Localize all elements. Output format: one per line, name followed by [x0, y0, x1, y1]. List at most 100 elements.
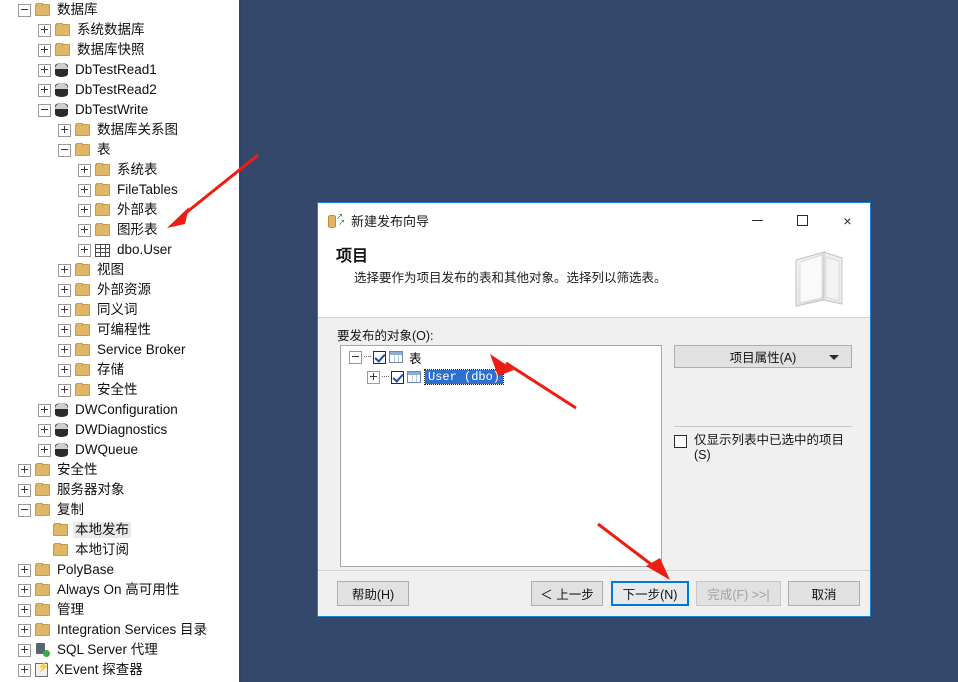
expand-icon[interactable] — [18, 643, 31, 657]
folder-icon — [95, 163, 110, 176]
help-button[interactable]: 帮助(H) — [337, 581, 409, 606]
collapse-icon[interactable] — [18, 503, 31, 517]
tree-node[interactable]: DbTestRead2 — [0, 80, 239, 100]
tree-node[interactable]: dbo.User — [0, 240, 239, 260]
expand-icon[interactable] — [38, 423, 51, 437]
expand-icon[interactable] — [18, 583, 31, 597]
tree-node[interactable]: 外部资源 — [0, 280, 239, 300]
tree-node[interactable]: 安全性 — [0, 380, 239, 400]
expand-icon[interactable] — [38, 63, 51, 77]
tree-node[interactable]: 同义词 — [0, 300, 239, 320]
expand-icon[interactable] — [78, 163, 91, 177]
tree-node[interactable]: Integration Services 目录 — [0, 620, 239, 640]
tree-node[interactable]: 视图 — [0, 260, 239, 280]
expand-icon[interactable] — [58, 303, 71, 317]
maximize-button[interactable] — [780, 203, 825, 238]
tree-node[interactable]: SQL Server 代理 — [0, 640, 239, 660]
article-tree-row[interactable]: 表 — [341, 346, 661, 366]
collapse-icon[interactable] — [38, 103, 51, 117]
tree-node[interactable]: 本地订阅 — [0, 540, 239, 560]
tree-node[interactable]: DWDiagnostics — [0, 420, 239, 440]
tree-node[interactable]: 系统表 — [0, 160, 239, 180]
expand-icon[interactable] — [58, 363, 71, 377]
expand-icon[interactable] — [18, 623, 31, 637]
tree-node[interactable]: XEvent 探查器 — [0, 660, 239, 680]
cancel-button[interactable]: 取消 — [788, 581, 860, 606]
expand-icon[interactable] — [38, 23, 51, 37]
table-icon — [407, 371, 421, 383]
expand-icon[interactable] — [18, 663, 31, 677]
tree-node-label: PolyBase — [57, 562, 115, 577]
collapse-icon[interactable] — [58, 143, 71, 157]
tree-node[interactable]: 外部表 — [0, 200, 239, 220]
article-properties-button[interactable]: 项目属性(A) — [674, 345, 852, 368]
tree-node[interactable]: 数据库 — [0, 0, 239, 20]
collapse-icon[interactable] — [18, 3, 31, 17]
tree-node-label: 视图 — [97, 262, 124, 277]
expand-icon[interactable] — [367, 370, 380, 384]
tree-node-label: 数据库 — [57, 2, 98, 17]
tree-node[interactable]: DbTestRead1 — [0, 60, 239, 80]
article-checkbox[interactable] — [373, 350, 386, 364]
tree-node-label: DbTestRead2 — [75, 82, 157, 97]
show-only-checked-label: 仅显示列表中已选中的项目(S) — [694, 433, 845, 462]
folder-icon — [75, 383, 90, 396]
tree-node[interactable]: DWQueue — [0, 440, 239, 460]
expand-icon[interactable] — [18, 563, 31, 577]
expand-icon[interactable] — [78, 223, 91, 237]
expand-icon[interactable] — [38, 403, 51, 417]
tree-node[interactable]: 复制 — [0, 500, 239, 520]
tree-node[interactable]: 系统数据库 — [0, 20, 239, 40]
tree-node[interactable]: PolyBase — [0, 560, 239, 580]
expand-icon[interactable] — [38, 443, 51, 457]
dialog-titlebar[interactable]: ➚ ➚ 新建发布向导 × — [318, 203, 870, 238]
expand-icon[interactable] — [78, 203, 91, 217]
tree-node[interactable]: 管理 — [0, 600, 239, 620]
expand-icon[interactable] — [58, 343, 71, 357]
tree-node[interactable]: DbTestWrite — [0, 100, 239, 120]
tree-node[interactable]: 服务器对象 — [0, 480, 239, 500]
next-button[interactable]: 下一步(N) — [611, 581, 689, 606]
show-only-checked-row[interactable]: 仅显示列表中已选中的项目(S) — [674, 433, 864, 463]
article-tree-row[interactable]: User (dbo) — [341, 366, 661, 386]
expand-icon[interactable] — [18, 463, 31, 477]
expand-icon[interactable] — [18, 483, 31, 497]
collapse-icon[interactable] — [349, 350, 362, 364]
tree-node[interactable]: 表 — [0, 140, 239, 160]
tree-node[interactable]: 存储 — [0, 360, 239, 380]
tree-node-label: 安全性 — [57, 462, 98, 477]
tree-node[interactable]: DWConfiguration — [0, 400, 239, 420]
object-explorer-tree[interactable]: 数据库系统数据库 数据库快照 DbTestRead1 DbTestRead2 DbTes… — [0, 0, 239, 682]
expand-icon[interactable] — [78, 243, 91, 257]
explorer-splitter[interactable] — [239, 0, 242, 682]
expand-icon[interactable] — [18, 603, 31, 617]
tree-node-label: 服务器对象 — [57, 482, 125, 497]
expand-icon[interactable] — [58, 323, 71, 337]
expand-icon[interactable] — [38, 83, 51, 97]
article-checkbox[interactable] — [391, 370, 404, 384]
expand-icon[interactable] — [58, 123, 71, 137]
tree-node[interactable]: 数据库快照 — [0, 40, 239, 60]
tree-node[interactable]: Always On 高可用性 — [0, 580, 239, 600]
tree-node[interactable]: FileTables — [0, 180, 239, 200]
expand-icon[interactable] — [58, 263, 71, 277]
expand-icon[interactable] — [38, 43, 51, 57]
expand-icon[interactable] — [58, 383, 71, 397]
objects-tree[interactable]: 表 User (dbo) — [340, 345, 662, 567]
show-only-checked-checkbox[interactable] — [674, 435, 687, 448]
tree-node[interactable]: 图形表 — [0, 220, 239, 240]
tree-node-label: DWDiagnostics — [75, 422, 168, 437]
tree-node[interactable]: 安全性 — [0, 460, 239, 480]
expand-icon[interactable] — [58, 283, 71, 297]
back-button[interactable]: ＜ 上一步 — [531, 581, 603, 606]
minimize-button[interactable] — [735, 203, 780, 238]
tree-node[interactable]: 数据库关系图 — [0, 120, 239, 140]
tree-node[interactable]: Service Broker — [0, 340, 239, 360]
close-button[interactable]: × — [825, 203, 870, 238]
expand-icon[interactable] — [78, 183, 91, 197]
tree-node-label: DbTestWrite — [75, 102, 149, 117]
tree-node[interactable]: 可编程性 — [0, 320, 239, 340]
tree-node[interactable]: 本地发布 — [0, 520, 239, 540]
